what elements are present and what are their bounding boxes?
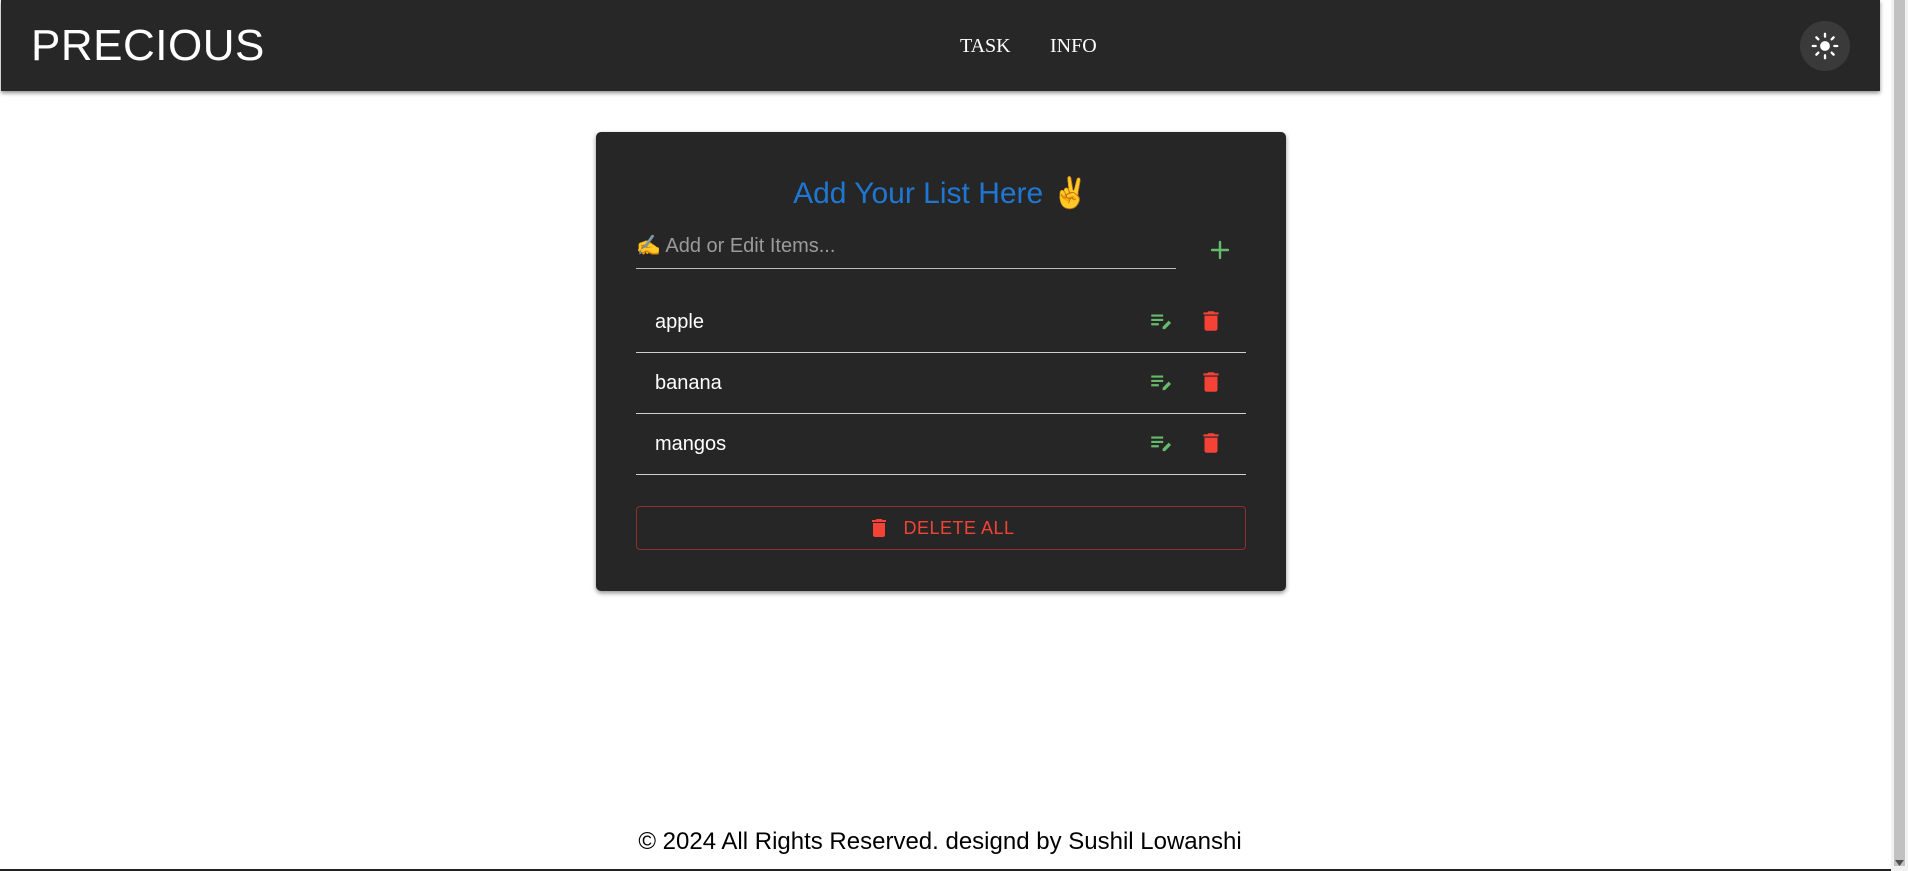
item-input[interactable] (636, 226, 1176, 266)
scrollbar-thumb[interactable] (1894, 0, 1905, 866)
delete-item-button[interactable] (1196, 306, 1226, 336)
delete-item-button[interactable] (1196, 367, 1226, 397)
delete-all-button[interactable]: DELETE ALL (636, 506, 1246, 550)
list-item: apple (636, 292, 1246, 353)
trash-icon (1198, 308, 1224, 334)
list-item-label: mangos (655, 433, 727, 455)
list-item: banana (636, 353, 1246, 414)
scroll-down-arrow-icon[interactable] (1893, 858, 1906, 868)
add-item-button[interactable] (1200, 230, 1240, 270)
list-item: mangos (636, 414, 1246, 475)
edit-list-icon (1148, 308, 1174, 334)
edit-list-icon (1148, 369, 1174, 395)
nav-link-task[interactable]: TASK (960, 34, 1011, 58)
footer-copyright: © 2024 All Rights Reserved. designd by S… (638, 828, 1242, 855)
todo-card: Add Your List Here ✌️ apple (596, 132, 1286, 591)
edit-item-button[interactable] (1146, 306, 1176, 336)
sun-icon (1811, 32, 1839, 60)
trash-icon (1198, 369, 1224, 395)
delete-item-button[interactable] (1196, 428, 1226, 458)
edit-item-button[interactable] (1146, 367, 1176, 397)
trash-icon (1198, 430, 1224, 456)
plus-icon (1208, 238, 1232, 262)
trash-icon (867, 516, 891, 540)
theme-toggle-button[interactable] (1800, 21, 1850, 71)
delete-all-label: DELETE ALL (903, 517, 1015, 538)
app-bar: PRECIOUS TASK INFO (1, 0, 1880, 91)
brand-logo[interactable]: PRECIOUS (31, 20, 265, 72)
card-title: Add Your List Here ✌️ (793, 177, 1089, 210)
edit-item-button[interactable] (1146, 428, 1176, 458)
list-item-label: banana (655, 372, 722, 394)
list-item-label: apple (655, 311, 704, 333)
item-input-wrapper (636, 226, 1176, 269)
edit-list-icon (1148, 430, 1174, 456)
nav-link-info[interactable]: INFO (1050, 34, 1097, 58)
